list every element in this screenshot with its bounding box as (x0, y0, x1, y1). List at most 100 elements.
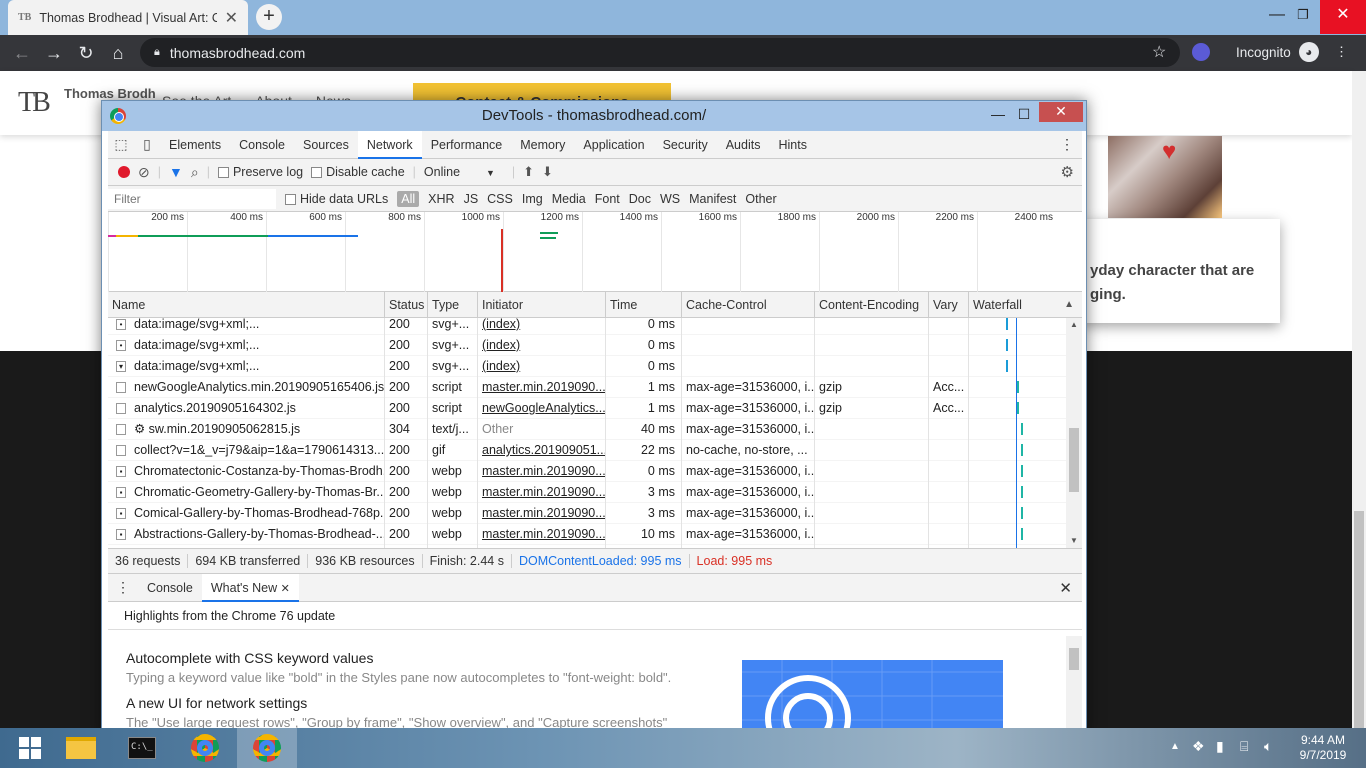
extension-icon[interactable] (1192, 43, 1210, 61)
tab-close-icon[interactable]: ✕ (225, 8, 238, 28)
col-initiator[interactable]: Initiator (478, 292, 606, 317)
close-drawer-icon[interactable]: ✕ (1059, 579, 1072, 597)
throttle-select[interactable]: Online ▼ (424, 165, 504, 179)
tab-console[interactable]: Console (230, 131, 294, 159)
filter-type-css[interactable]: CSS (487, 192, 513, 206)
request-row[interactable]: ▪ Comical-Gallery-by-Thomas-Brodhead-768p… (108, 503, 1066, 524)
col-content-encoding[interactable]: Content-Encoding (815, 292, 929, 317)
filter-type-ws[interactable]: WS (660, 192, 680, 206)
home-icon[interactable]: ⌂ (102, 43, 134, 64)
request-row[interactable]: • data:image/svg+xml;... 200 svg+... (index)… (108, 335, 1066, 356)
new-tab-button[interactable]: + (256, 4, 282, 30)
request-list-scrollbar[interactable]: ▲ ▼ (1066, 318, 1082, 548)
page-scrollbar[interactable] (1352, 71, 1366, 768)
request-row[interactable]: ▾ data:image/svg+xml;... 200 svg+... (index)… (108, 356, 1066, 377)
tab-sources[interactable]: Sources (294, 131, 358, 159)
settings-gear-icon[interactable]: ⚙ (1061, 163, 1074, 181)
col-status[interactable]: Status (385, 292, 428, 317)
filter-icon[interactable]: ▼ (169, 164, 183, 180)
filter-type-xhr[interactable]: XHR (428, 192, 454, 206)
request-row[interactable]: newGoogleAnalytics.min.20190905165406.js… (108, 377, 1066, 398)
site-logo-name[interactable]: Thomas Brodh (64, 87, 156, 101)
drawer-scrollbar-thumb[interactable] (1069, 648, 1079, 670)
battery-icon[interactable]: ▮ (1216, 738, 1224, 755)
request-row[interactable]: analytics.20190905164302.js 200 script newG… (108, 398, 1066, 419)
disable-cache-checkbox[interactable]: Disable cache (311, 165, 405, 179)
col-waterfall[interactable]: Waterfall ▲ (969, 292, 1082, 317)
col-cache-control[interactable]: Cache-Control (682, 292, 815, 317)
request-row[interactable]: ⚙ sw.min.20190905062815.js 304 text/j... Ot… (108, 419, 1066, 440)
request-list-scrollbar-thumb[interactable] (1069, 428, 1079, 492)
tab-application[interactable]: Application (574, 131, 653, 159)
taskbar-chrome-active[interactable] (237, 728, 297, 768)
drawer-tab-console[interactable]: Console (138, 574, 202, 602)
scroll-up-icon[interactable]: ▲ (1070, 320, 1078, 329)
initiator-link[interactable]: (index) (482, 318, 520, 331)
drawer-scrollbar[interactable] (1066, 636, 1082, 731)
taskbar-chrome[interactable] (175, 728, 235, 768)
back-icon[interactable]: ← (6, 43, 38, 64)
tab-hints[interactable]: Hints (769, 131, 815, 159)
hide-data-urls-checkbox[interactable]: Hide data URLs (285, 192, 388, 206)
menu-icon[interactable]: ⋮ (1335, 44, 1349, 60)
initiator-link[interactable]: (index) (482, 359, 520, 373)
devtools-minimize-icon[interactable]: — (984, 103, 1012, 127)
devtools-maximize-icon[interactable]: ☐ (1010, 103, 1038, 127)
filter-type-img[interactable]: Img (522, 192, 543, 206)
initiator-link[interactable]: (index) (482, 338, 520, 352)
tab-security[interactable]: Security (654, 131, 717, 159)
col-time[interactable]: Time (606, 292, 682, 317)
request-row[interactable]: ▪ Chromatic-Geometry-Gallery-by-Thomas-Br… (108, 482, 1066, 503)
search-icon[interactable]: ⌕ (191, 164, 199, 181)
request-row[interactable]: collect?v=1&_v=j79&aip=1&a=1790614313...… (108, 440, 1066, 461)
system-clock[interactable]: 9:44 AM 9/7/2019 (1290, 733, 1356, 763)
preserve-log-checkbox[interactable]: Preserve log (217, 165, 303, 179)
filter-type-media[interactable]: Media (552, 192, 586, 206)
initiator-link[interactable]: master.min.2019090... (482, 464, 605, 478)
filter-type-all[interactable]: All (397, 190, 420, 207)
dropbox-icon[interactable]: ❖ (1192, 738, 1205, 755)
site-logo[interactable]: TB (18, 87, 51, 119)
address-bar[interactable]: 🔒︎ thomasbrodhead.com (140, 38, 1180, 67)
tab-memory[interactable]: Memory (511, 131, 574, 159)
initiator-link[interactable]: master.min.2019090... (482, 485, 605, 499)
col-name[interactable]: Name (108, 292, 385, 317)
filter-type-manifest[interactable]: Manifest (689, 192, 736, 206)
request-row[interactable]: ▪ Abstractions-Gallery-by-Thomas-Brodhead… (108, 524, 1066, 545)
col-vary[interactable]: Vary (929, 292, 969, 317)
clear-icon[interactable]: ⊘ (138, 164, 150, 181)
device-toolbar-icon[interactable]: ▯ (134, 136, 160, 153)
forward-icon[interactable]: → (38, 43, 70, 64)
filter-type-js[interactable]: JS (464, 192, 479, 206)
request-row[interactable]: ▪ Chromatectonic-Costanza-by-Thomas-Brodh… (108, 461, 1066, 482)
filter-type-font[interactable]: Font (595, 192, 620, 206)
initiator-link[interactable]: newGoogleAnalytics.... (482, 401, 605, 415)
taskbar-cmd[interactable]: C:\_ (112, 728, 172, 768)
incognito-indicator[interactable]: Incognito ◕ ⋮ (1236, 42, 1348, 62)
tab-audits[interactable]: Audits (717, 131, 770, 159)
initiator-link[interactable]: master.min.2019090... (482, 506, 605, 520)
filter-type-doc[interactable]: Doc (629, 192, 651, 206)
show-hidden-icons[interactable]: ▲ (1170, 741, 1180, 752)
col-type[interactable]: Type (428, 292, 478, 317)
inspect-element-icon[interactable]: ⬚ (108, 136, 134, 153)
drawer-tab-whats-new[interactable]: What's New ✕ (201, 573, 299, 602)
request-row[interactable]: • data:image/svg+xml;... 200 svg+... (index)… (108, 318, 1066, 335)
tab-network[interactable]: Network (357, 131, 422, 159)
export-har-icon[interactable]: ⬇ (542, 164, 553, 180)
network-icon[interactable]: ⌸ (1240, 738, 1248, 755)
browser-tab[interactable]: TB Thomas Brodhead | Visual Art: O ✕ (8, 0, 248, 35)
reload-icon[interactable]: ↻ (70, 43, 102, 64)
tab-elements[interactable]: Elements (160, 131, 230, 159)
drawer-menu-icon[interactable]: ⋮ (108, 579, 138, 596)
filter-type-other[interactable]: Other (745, 192, 776, 206)
import-har-icon[interactable]: ⬆ (523, 164, 534, 180)
devtools-menu-icon[interactable]: ⋮ (1052, 136, 1082, 153)
filter-input[interactable] (108, 188, 276, 209)
devtools-close-icon[interactable]: ✕ (1039, 102, 1083, 122)
tab-performance[interactable]: Performance (422, 131, 512, 159)
network-overview[interactable]: 200 ms 400 ms 600 ms 800 ms 1000 ms 1200 ms 14… (108, 212, 1082, 292)
close-tab-icon[interactable]: ✕ (281, 583, 290, 595)
close-window-icon[interactable]: ✕ (1320, 0, 1366, 34)
scroll-down-icon[interactable]: ▼ (1070, 536, 1078, 545)
